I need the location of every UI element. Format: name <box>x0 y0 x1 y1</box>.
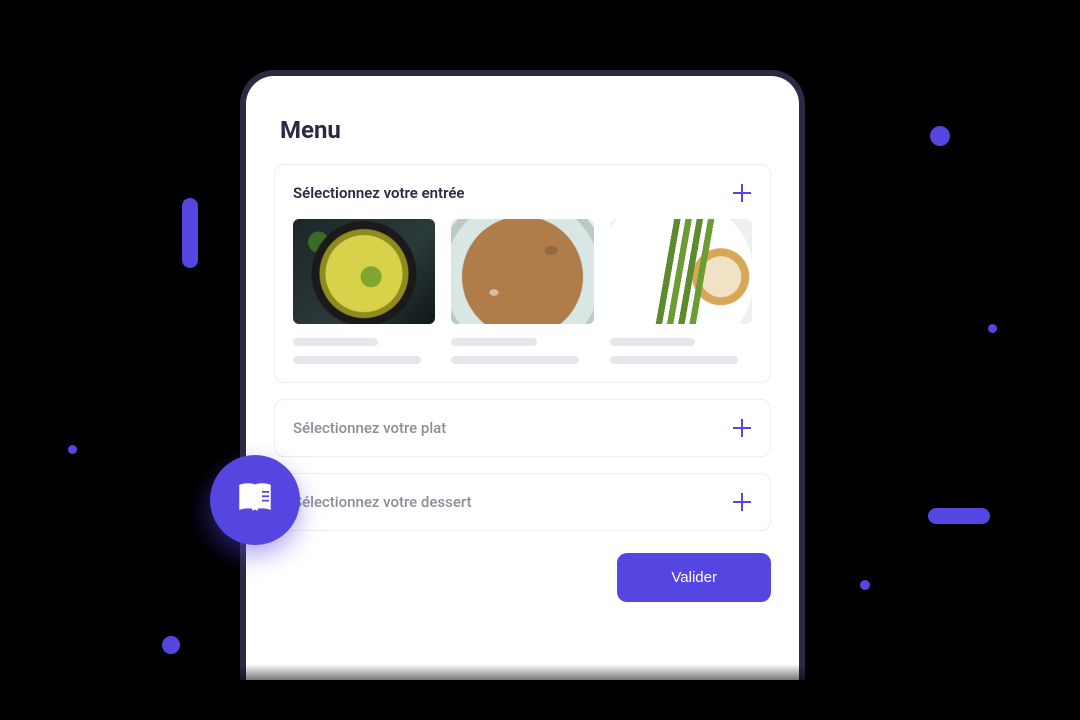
deco-dot <box>988 324 997 333</box>
dish-image <box>293 219 435 324</box>
placeholder-line <box>293 338 378 346</box>
placeholder-line <box>451 356 579 364</box>
section-entree-header[interactable]: Sélectionnez votre entrée <box>293 183 752 203</box>
plus-icon[interactable] <box>732 492 752 512</box>
section-entree: Sélectionnez votre entrée <box>274 164 771 383</box>
deco-pill-right <box>928 508 990 524</box>
entree-cards <box>293 219 752 364</box>
section-dessert-title: Sélectionnez votre dessert <box>293 493 472 511</box>
entree-card[interactable] <box>293 219 435 364</box>
page-title: Menu <box>280 116 771 144</box>
placeholder-line <box>293 356 421 364</box>
section-plat-header[interactable]: Sélectionnez votre plat <box>293 418 752 438</box>
dish-image <box>610 219 752 324</box>
entree-card[interactable] <box>451 219 593 364</box>
placeholder-line <box>610 356 738 364</box>
validate-button[interactable]: Valider <box>617 553 771 602</box>
menu-book-badge <box>210 455 300 545</box>
deco-pill-left <box>182 198 198 268</box>
menu-card: Menu Sélectionnez votre entrée <box>240 70 805 680</box>
plus-icon[interactable] <box>732 183 752 203</box>
section-dessert: Sélectionnez votre dessert <box>274 473 771 531</box>
menu-book-icon <box>234 477 276 523</box>
section-plat-title: Sélectionnez votre plat <box>293 419 446 437</box>
plus-icon[interactable] <box>732 418 752 438</box>
section-entree-title: Sélectionnez votre entrée <box>293 184 464 202</box>
entree-card[interactable] <box>610 219 752 364</box>
section-plat: Sélectionnez votre plat <box>274 399 771 457</box>
section-dessert-header[interactable]: Sélectionnez votre dessert <box>293 492 752 512</box>
deco-dot <box>162 636 180 654</box>
deco-dot <box>860 580 870 590</box>
dish-image <box>451 219 593 324</box>
placeholder-line <box>451 338 536 346</box>
placeholder-line <box>610 338 695 346</box>
deco-dot <box>68 445 77 454</box>
deco-dot <box>930 126 950 146</box>
